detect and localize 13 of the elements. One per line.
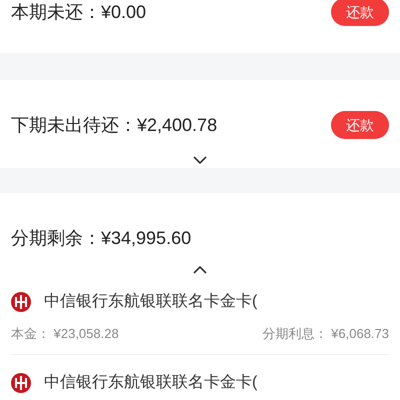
repay-button[interactable]: 还款 — [331, 111, 389, 139]
chevron-down-icon[interactable] — [193, 156, 207, 164]
balance-text: 本期未还：¥0.00 — [11, 2, 146, 22]
interest-text: 分期利息： ¥6,068.73 — [262, 325, 389, 343]
bank-logo-icon — [11, 292, 31, 312]
card-name: 中信银行东航银联联名卡金卡( — [44, 292, 258, 312]
repay-button[interactable]: 还款 — [331, 0, 389, 26]
principal-text: 本金： ¥23,058.28 — [11, 325, 119, 343]
balance-text: 分期剩余：¥34,995.60 — [11, 228, 192, 248]
balance-text: 下期未出待还：¥2,400.78 — [11, 115, 218, 135]
chevron-up-icon[interactable] — [193, 266, 207, 274]
bank-logo-icon — [11, 372, 31, 392]
card-name: 中信银行东航银联联名卡金卡( — [44, 372, 258, 392]
